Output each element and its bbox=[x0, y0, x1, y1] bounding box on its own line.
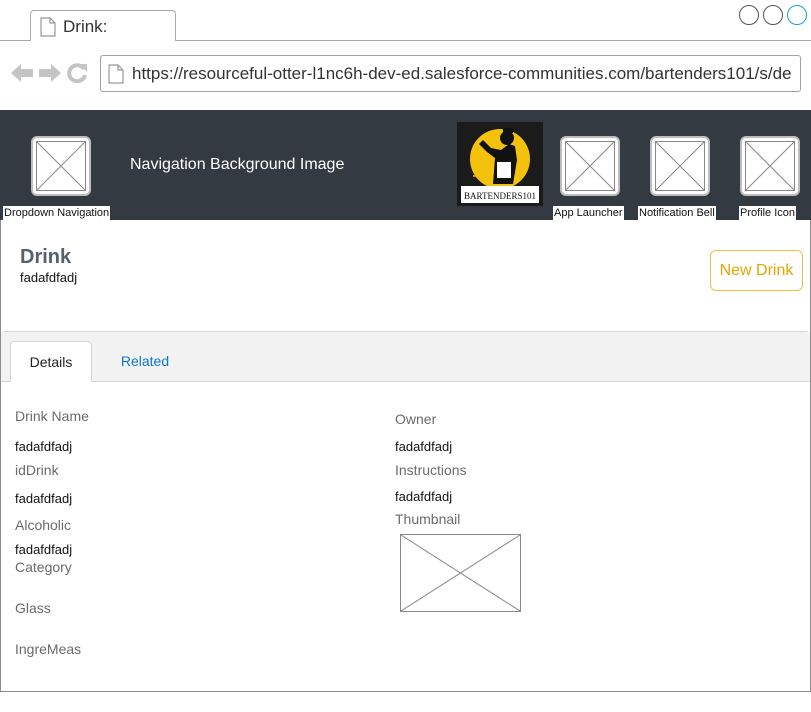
new-drink-button[interactable]: New Drink bbox=[710, 250, 803, 291]
glass-label: Glass bbox=[15, 600, 51, 616]
category-label: Category bbox=[15, 559, 72, 575]
logo-text: BARTENDERS101 bbox=[464, 191, 536, 201]
dropdown-navigation-icon[interactable] bbox=[31, 136, 91, 196]
thumbnail-label: Thumbnail bbox=[395, 511, 461, 527]
app-launcher-caption: App Launcher bbox=[553, 206, 624, 220]
thumbnail-image bbox=[400, 534, 521, 612]
id-drink-label: idDrink bbox=[15, 462, 59, 478]
tab-related[interactable]: Related bbox=[112, 341, 178, 382]
instructions-label: Instructions bbox=[395, 462, 467, 478]
maximize-button[interactable] bbox=[763, 5, 783, 25]
owner-value: fadafdfadj bbox=[395, 439, 453, 454]
forward-arrow-icon[interactable] bbox=[38, 62, 62, 89]
url-field[interactable]: https://resourceful-otter-l1nc6h-dev-ed.… bbox=[100, 55, 801, 92]
app-launcher-icon[interactable] bbox=[560, 136, 620, 196]
address-bar-row: https://resourceful-otter-l1nc6h-dev-ed.… bbox=[0, 41, 811, 110]
drink-name-label: Drink Name bbox=[15, 408, 89, 424]
id-drink-value: fadafdfadj bbox=[15, 491, 73, 506]
close-button[interactable] bbox=[787, 5, 807, 25]
window-controls bbox=[739, 5, 807, 25]
document-icon bbox=[39, 17, 57, 42]
notification-bell-icon[interactable] bbox=[650, 136, 710, 196]
page-title: Drink bbox=[20, 246, 72, 268]
minimize-button[interactable] bbox=[739, 5, 759, 25]
owner-label: Owner bbox=[395, 411, 437, 427]
profile-icon[interactable] bbox=[740, 136, 800, 196]
drink-name-value: fadafdfadj bbox=[15, 439, 73, 454]
tab-details[interactable]: Details bbox=[10, 341, 92, 382]
profile-icon-caption: Profile Icon bbox=[739, 206, 797, 220]
browser-tab-bar: Drink: bbox=[0, 0, 811, 42]
alcoholic-value: fadafdfadj bbox=[15, 542, 73, 557]
dropdown-navigation-caption: Dropdown Navigation bbox=[3, 206, 111, 220]
url-text: https://resourceful-otter-l1nc6h-dev-ed.… bbox=[132, 64, 792, 83]
navigation-background-text: Navigation Background Image bbox=[130, 156, 345, 173]
ingre-meas-label: IngreMeas bbox=[15, 641, 82, 657]
browser-tab[interactable]: Drink: bbox=[30, 10, 176, 42]
notification-bell-caption: Notification Bell bbox=[638, 206, 716, 220]
instructions-value: fadafdfadj bbox=[395, 489, 453, 504]
back-arrow-icon[interactable] bbox=[10, 62, 34, 89]
browser-nav-buttons bbox=[10, 62, 88, 89]
bartenders-logo[interactable]: BARTENDERS101 bbox=[457, 122, 543, 206]
alcoholic-label: Alcoholic bbox=[15, 517, 72, 533]
tab-title: Drink: bbox=[63, 17, 108, 36]
record-name: fadafdfadj bbox=[20, 270, 78, 285]
page-icon bbox=[107, 64, 125, 89]
refresh-icon[interactable] bbox=[66, 62, 88, 89]
